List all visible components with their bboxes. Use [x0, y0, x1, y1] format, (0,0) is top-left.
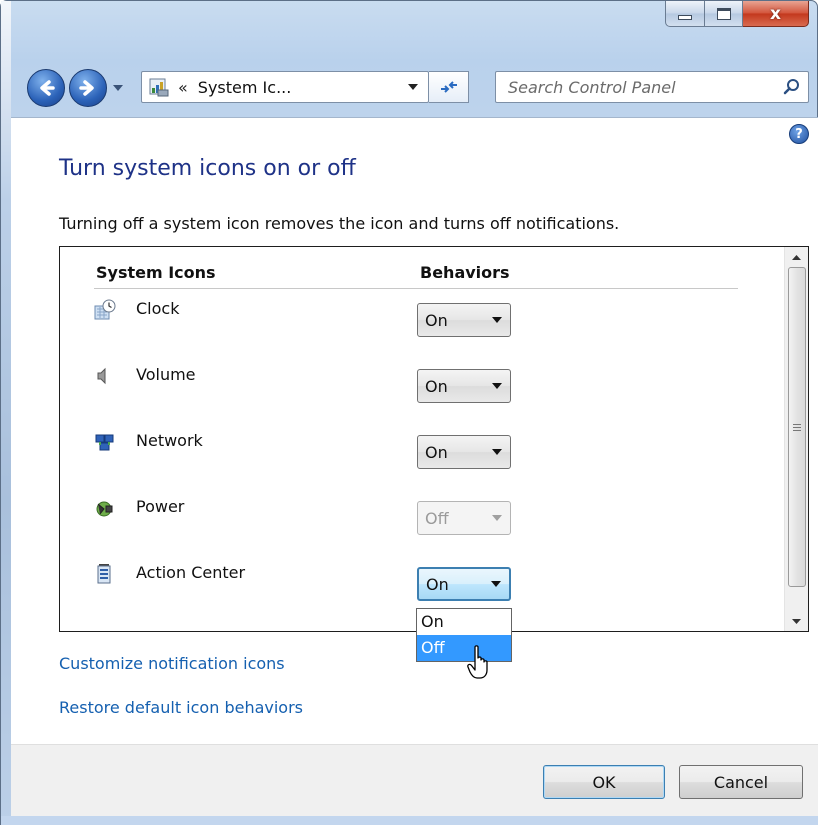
close-button[interactable]: x — [743, 1, 809, 27]
chevron-down-icon — [484, 317, 510, 323]
row-label: Network — [136, 431, 203, 450]
clock-icon — [94, 299, 116, 321]
clock-behavior-select[interactable]: On — [417, 303, 511, 337]
select-value: Off — [425, 508, 449, 528]
chevron-down-icon — [792, 618, 801, 624]
list-item-action-center: Action Center On — [94, 563, 734, 613]
column-header-system-icons: System Icons — [96, 263, 216, 282]
content-area: ? Turn system icons on or off Turning of… — [11, 117, 818, 744]
help-glyph: ? — [795, 126, 803, 142]
dialog-footer: OK Cancel — [11, 744, 818, 816]
control-panel-icon — [148, 76, 170, 98]
arrow-left-icon — [40, 80, 55, 96]
ok-button[interactable]: OK — [543, 765, 665, 799]
search-box[interactable]: Search Control Panel — [495, 71, 809, 103]
select-value: On — [425, 310, 448, 330]
system-icons-list: System Icons Behaviors Clock On Volume O… — [59, 246, 809, 632]
network-icon — [94, 431, 116, 453]
close-icon: x — [770, 3, 781, 24]
action-center-icon — [94, 563, 116, 585]
hand-cursor-icon — [467, 645, 488, 679]
row-label: Clock — [136, 299, 180, 318]
action-center-behavior-select[interactable]: On — [417, 567, 511, 601]
address-dropdown-button[interactable] — [398, 72, 428, 102]
scroll-down-button[interactable] — [785, 611, 808, 631]
control-panel-window: x « System Ic... Search Control Panel ? … — [0, 0, 818, 825]
chevron-down-icon — [484, 449, 510, 455]
chevron-down-icon — [408, 84, 418, 90]
volume-icon — [94, 365, 116, 387]
scroll-up-button[interactable] — [785, 247, 808, 267]
row-label: Volume — [136, 365, 196, 384]
dropdown-option-on[interactable]: On — [417, 609, 511, 635]
power-behavior-select: Off — [417, 501, 511, 535]
restore-default-behaviors-link[interactable]: Restore default icon behaviors — [59, 698, 303, 717]
volume-behavior-select[interactable]: On — [417, 369, 511, 403]
maximize-icon — [716, 7, 731, 20]
back-button[interactable] — [27, 69, 65, 107]
network-behavior-select[interactable]: On — [417, 435, 511, 469]
address-bar[interactable]: « System Ic... — [141, 71, 429, 103]
select-value: On — [425, 376, 448, 396]
window-bottom-frame — [1, 816, 818, 825]
cancel-button[interactable]: Cancel — [679, 765, 803, 799]
page-title: Turn system icons on or off — [59, 156, 356, 181]
select-value: On — [425, 442, 448, 462]
chevron-down-icon — [484, 515, 510, 521]
chevron-down-icon — [483, 581, 509, 587]
list-item-clock: Clock On — [94, 299, 734, 349]
window-left-frame — [1, 1, 11, 825]
refresh-icon — [440, 81, 457, 93]
row-label: Action Center — [136, 563, 246, 582]
behavior-dropdown-list: On Off — [416, 608, 512, 662]
column-header-behaviors: Behaviors — [420, 263, 510, 282]
vertical-scrollbar[interactable] — [784, 247, 808, 631]
caption-buttons: x — [665, 1, 809, 27]
list-item-power: Power Off — [94, 497, 734, 547]
customize-notification-icons-link[interactable]: Customize notification icons — [59, 654, 285, 673]
breadcrumb-current[interactable]: System Ic... — [198, 78, 398, 97]
breadcrumb-overflow-icon[interactable]: « — [178, 78, 188, 97]
forward-button[interactable] — [69, 69, 107, 107]
arrow-right-icon — [79, 80, 94, 96]
minimize-button[interactable] — [665, 1, 705, 27]
thumb-grip — [793, 423, 801, 431]
minimize-icon — [678, 15, 692, 20]
header-divider — [94, 288, 738, 289]
chevron-down-icon — [113, 85, 123, 91]
power-icon — [94, 497, 116, 519]
select-value: On — [426, 574, 449, 594]
recent-pages-button[interactable] — [111, 81, 125, 95]
chevron-up-icon — [792, 254, 801, 260]
refresh-button[interactable] — [429, 71, 469, 103]
list-item-network: Network On — [94, 431, 734, 481]
dropdown-option-off[interactable]: Off — [417, 635, 511, 661]
row-label: Power — [136, 497, 185, 516]
list-item-volume: Volume On — [94, 365, 734, 415]
search-input[interactable]: Search Control Panel — [508, 78, 776, 97]
page-description: Turning off a system icon removes the ic… — [59, 214, 620, 233]
help-icon[interactable]: ? — [789, 124, 809, 144]
scroll-thumb[interactable] — [788, 267, 806, 587]
search-button[interactable] — [776, 72, 808, 102]
maximize-button[interactable] — [705, 1, 743, 27]
search-icon — [783, 79, 799, 95]
chevron-down-icon — [484, 383, 510, 389]
